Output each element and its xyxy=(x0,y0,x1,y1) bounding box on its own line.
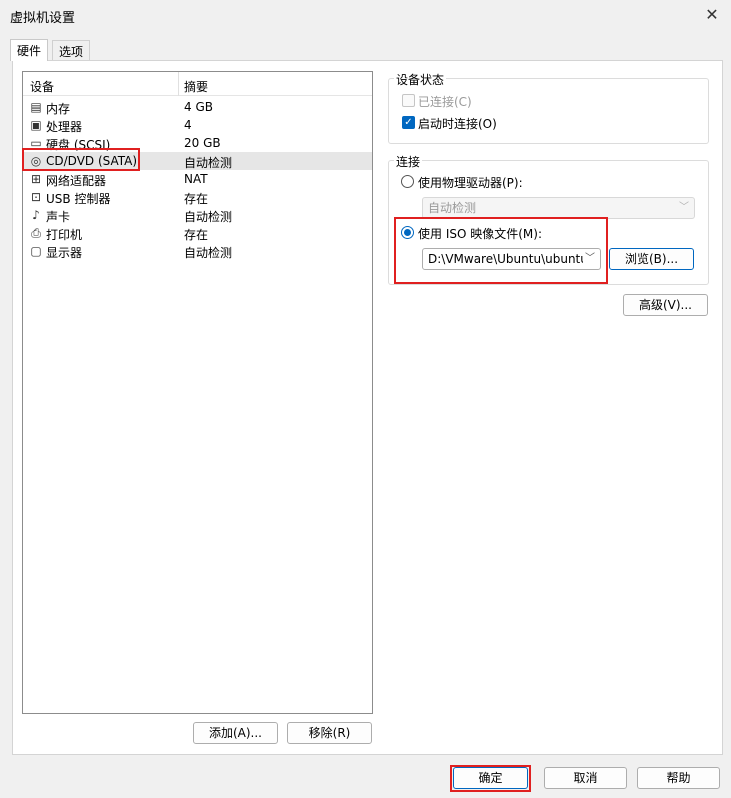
physical-drive-radio[interactable] xyxy=(401,175,414,188)
tab-hardware-label: 硬件 xyxy=(17,44,42,58)
device-summary: 存在 xyxy=(184,192,209,206)
device-row-display[interactable]: ▢ 显示器 自动检测 xyxy=(23,242,372,260)
list-header: 设备 摘要 xyxy=(23,72,372,96)
browse-button[interactable]: 浏览(B)... xyxy=(609,248,694,270)
tab-options[interactable]: 选项 xyxy=(52,40,91,60)
memory-icon: ▤ xyxy=(30,100,42,114)
connect-at-power-on-checkbox[interactable]: ✓ xyxy=(402,116,415,129)
chevron-down-icon: ﹀ xyxy=(679,202,689,213)
physical-drive-select[interactable]: 自动检测 ﹀ xyxy=(422,197,695,219)
device-summary: 4 GB xyxy=(184,100,213,114)
connected-label: 已连接(C) xyxy=(418,95,472,109)
connect-at-power-on-label: 启动时连接(O) xyxy=(418,117,497,131)
device-name: 显示器 xyxy=(46,246,83,260)
highlight-ok xyxy=(450,765,531,792)
device-status-title: 设备状态 xyxy=(394,71,447,88)
close-icon[interactable]: ✕ xyxy=(701,4,723,26)
highlight-iso xyxy=(394,217,608,284)
device-summary: 自动检测 xyxy=(184,210,233,224)
title-bar: 虚拟机设置 ✕ xyxy=(0,0,731,30)
add-device-button[interactable]: 添加(A)... xyxy=(193,722,278,744)
physical-drive-select-value: 自动检测 xyxy=(428,201,477,215)
device-name: 处理器 xyxy=(46,120,83,134)
connection-title: 连接 xyxy=(394,153,423,170)
highlight-cd-dvd xyxy=(22,148,140,171)
window-title: 虚拟机设置 xyxy=(10,11,76,26)
device-row-network[interactable]: ⊞ 网络适配器 NAT xyxy=(23,170,372,188)
device-summary: 自动检测 xyxy=(184,246,233,260)
cancel-button[interactable]: 取消 xyxy=(544,767,627,789)
advanced-button[interactable]: 高级(V)... xyxy=(623,294,708,316)
display-icon: ▢ xyxy=(30,244,42,258)
remove-device-button[interactable]: 移除(R) xyxy=(287,722,372,744)
column-header-summary[interactable]: 摘要 xyxy=(184,78,208,95)
physical-drive-label: 使用物理驱动器(P): xyxy=(418,176,523,190)
device-summary: 自动检测 xyxy=(184,156,233,170)
device-row-memory[interactable]: ▤ 内存 4 GB xyxy=(23,98,372,116)
device-name: 打印机 xyxy=(46,228,83,242)
processor-icon: ▣ xyxy=(30,118,42,132)
device-summary: NAT xyxy=(184,172,208,186)
device-name: 内存 xyxy=(46,102,71,116)
device-summary: 存在 xyxy=(184,228,209,242)
network-icon: ⊞ xyxy=(30,172,42,186)
device-name: 网络适配器 xyxy=(46,174,107,188)
column-header-device[interactable]: 设备 xyxy=(30,78,54,95)
device-summary: 20 GB xyxy=(184,136,221,150)
sound-icon: ♪ xyxy=(32,208,40,222)
column-divider[interactable] xyxy=(178,72,179,96)
usb-icon: ⊡ xyxy=(30,190,42,204)
help-button[interactable]: 帮助 xyxy=(637,767,720,789)
device-summary: 4 xyxy=(184,118,192,132)
printer-icon: ⎙ xyxy=(31,226,41,240)
device-row-usb[interactable]: ⊡ USB 控制器 存在 xyxy=(23,188,372,206)
device-name: USB 控制器 xyxy=(46,192,111,206)
tab-options-label: 选项 xyxy=(59,45,84,59)
device-row-sound[interactable]: ♪ 声卡 自动检测 xyxy=(23,206,372,224)
tab-hardware[interactable]: 硬件 xyxy=(10,39,49,61)
connected-checkbox[interactable] xyxy=(402,94,415,107)
device-row-processor[interactable]: ▣ 处理器 4 xyxy=(23,116,372,134)
device-row-printer[interactable]: ⎙ 打印机 存在 xyxy=(23,224,372,242)
device-name: 声卡 xyxy=(46,210,71,224)
